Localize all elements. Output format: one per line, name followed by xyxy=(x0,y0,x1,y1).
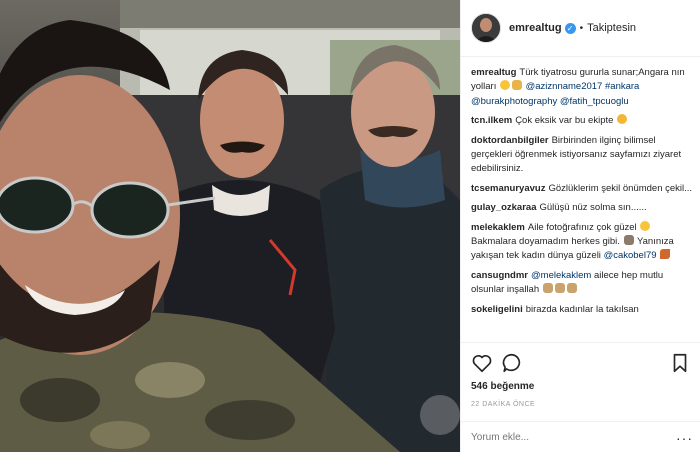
post-timestamp: 22 DAKİKA ÖNCE xyxy=(471,401,536,408)
comment-username[interactable]: doktordanbilgiler xyxy=(471,135,549,146)
separator-dot: • xyxy=(579,22,584,34)
comment-text: Bakmalara doyamadım herkes gibi. xyxy=(471,236,620,248)
comment-username[interactable]: gulay_ozkaraa xyxy=(471,202,536,213)
caption: emrealtug Türk tiyatrosu gururla sunar;An… xyxy=(471,66,693,109)
pray-emoji-icon xyxy=(566,283,577,294)
smile-emoji-icon xyxy=(499,80,510,91)
caption-mention[interactable]: @burakphotography xyxy=(471,96,557,107)
caption-username[interactable]: emrealtug xyxy=(471,67,516,78)
comment-item: sokeligelini birazda kadınlar la takılsan xyxy=(471,303,693,317)
verified-badge-icon: ✓ xyxy=(564,22,576,34)
comment-username[interactable]: melekaklem xyxy=(471,222,525,233)
comment-mention[interactable]: @cakobel79 xyxy=(604,250,657,261)
avatar[interactable] xyxy=(471,13,501,43)
comment-username[interactable]: cansugndmr xyxy=(471,270,528,281)
comment-text: Aile fotoğrafınız çok güzel xyxy=(527,221,637,233)
pray-emoji-icon xyxy=(542,283,553,294)
pray-emoji-icon xyxy=(554,283,565,294)
comment-item: gulay_ozkaraa Gülüşü nüz solma sın...... xyxy=(471,201,693,215)
add-comment-bar: ··· xyxy=(461,421,700,452)
caption-mention[interactable]: @aziznname2017 xyxy=(526,81,603,92)
comment-text: birazda kadınlar la takılsan xyxy=(525,303,639,315)
comment-item: tcn.ilkem Çok eksik var bu ekipte xyxy=(471,114,693,128)
post-photo[interactable] xyxy=(0,0,460,452)
butterfly-emoji-icon xyxy=(660,249,671,260)
comment-text: Gülüşü nüz solma sın...... xyxy=(539,202,647,214)
comment-item: doktordanbilgiler Birbirinden ilginç bili… xyxy=(471,134,693,177)
bookmark-icon[interactable] xyxy=(669,352,691,374)
comment-item: tcsemanuryavuz Gözlüklerim şekil önümden … xyxy=(471,182,693,196)
comments-list[interactable]: emrealtug Türk tiyatrosu gururla sunar;An… xyxy=(471,66,693,342)
heart-eyes-emoji-icon xyxy=(640,220,651,231)
comment-username[interactable]: sokeligelini xyxy=(471,304,523,315)
sad-emoji-icon xyxy=(617,114,628,125)
comment-text: Gözlüklerim şekil önümden çekil... xyxy=(548,182,693,194)
comment-item: melekaklem Aile fotoğrafınız çok güzel Ba… xyxy=(471,220,693,264)
post-header: emrealtug ✓ • Takiptesin xyxy=(461,0,700,57)
people-emoji-icon xyxy=(511,80,522,91)
speech-bubble-icon[interactable] xyxy=(501,352,523,374)
car-selfie-image xyxy=(0,0,460,452)
comment-username[interactable]: tcn.ilkem xyxy=(471,115,512,126)
likes-label: beğenme xyxy=(490,381,535,392)
caption-mention[interactable]: @fatih_tpcuoglu xyxy=(560,96,629,107)
avatar-image xyxy=(472,14,500,42)
likes-count[interactable]: 546 beğenme xyxy=(471,381,534,392)
heart-icon[interactable] xyxy=(471,352,493,374)
comment-item: cansugndmr @melekaklem ailece hep mutlu o… xyxy=(471,269,693,298)
comment-mention[interactable]: @melekaklem xyxy=(531,270,591,281)
comment-username[interactable]: tcsemanuryavuz xyxy=(471,183,545,194)
header-username[interactable]: emrealtug xyxy=(509,22,562,34)
caption-hashtag[interactable]: #ankara xyxy=(605,81,639,92)
comment-text: Çok eksik var bu ekipte xyxy=(515,115,614,127)
more-options-button[interactable]: ··· xyxy=(676,430,693,446)
follow-status[interactable]: Takiptesin xyxy=(587,22,636,34)
likes-number: 546 xyxy=(471,381,488,392)
post-details-panel: emrealtug ✓ • Takiptesin emrealtug Türk t… xyxy=(460,0,700,452)
post-actions: 546 beğenme 22 DAKİKA ÖNCE ··· xyxy=(461,342,700,452)
comment-input[interactable] xyxy=(471,432,671,443)
bow-emoji-icon xyxy=(623,235,634,246)
